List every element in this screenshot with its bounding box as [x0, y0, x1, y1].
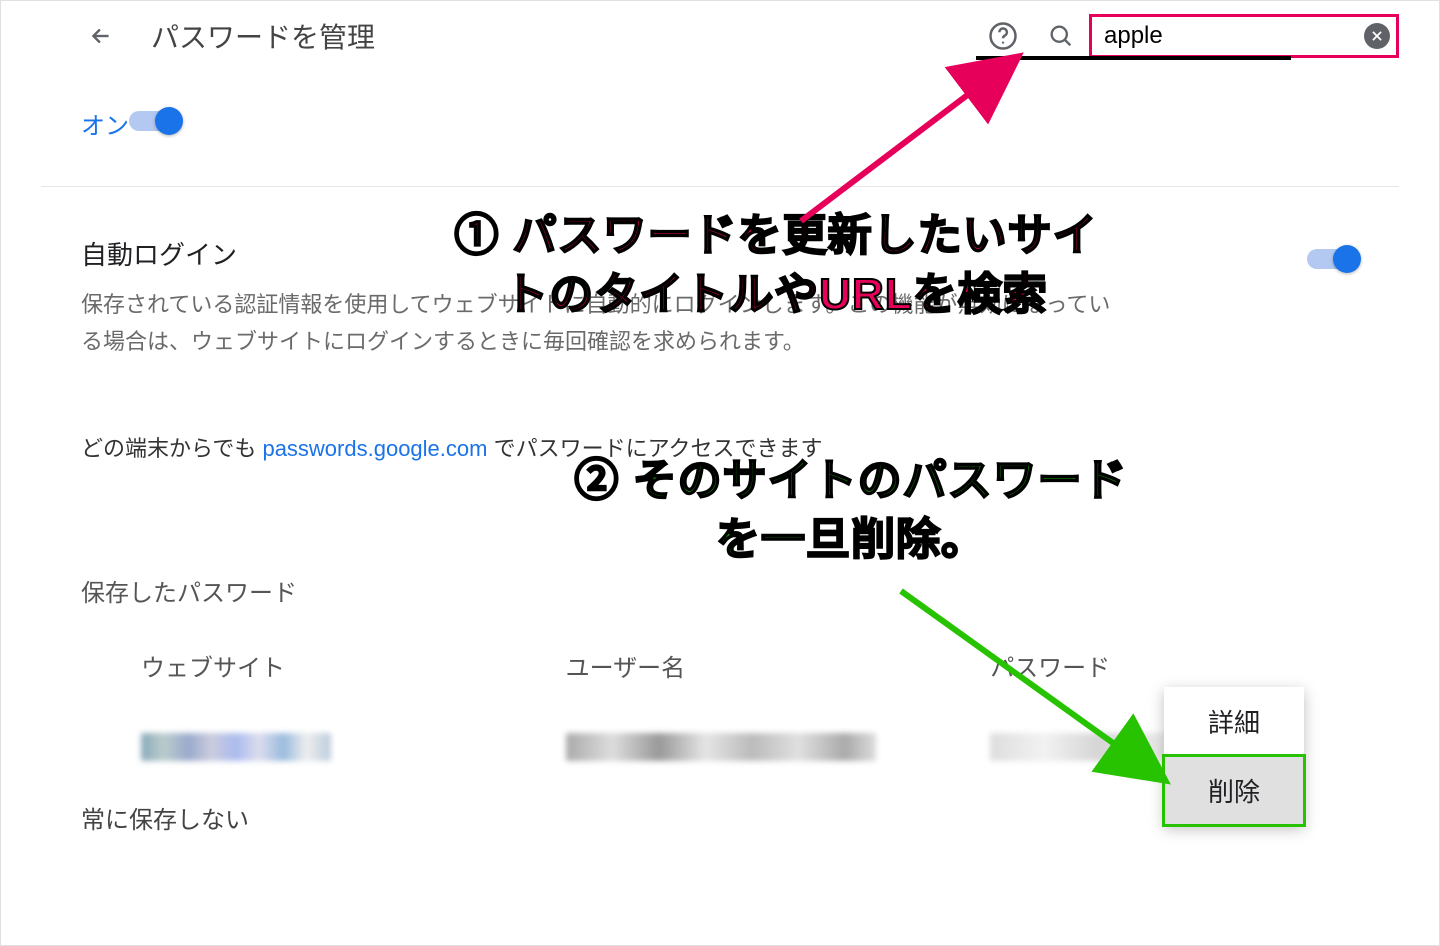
clear-search-button[interactable]: [1364, 23, 1390, 49]
help-icon: [988, 21, 1018, 51]
close-icon: [1370, 29, 1384, 43]
page-title: パスワードを管理: [151, 16, 375, 56]
menu-item-details[interactable]: 詳細: [1164, 687, 1304, 756]
offer-save-section: オン: [1, 71, 1439, 186]
search-button[interactable]: [1041, 16, 1081, 56]
redacted-website: [141, 733, 331, 761]
offer-save-toggle[interactable]: [129, 105, 181, 133]
toggle-thumb: [1333, 245, 1361, 273]
back-button[interactable]: [81, 16, 121, 56]
saved-passwords-table-header: ウェブサイト ユーザー名 パスワード: [81, 648, 1359, 683]
info-prefix: どの端末からでも: [81, 436, 262, 461]
auto-login-toggle[interactable]: [1307, 243, 1359, 271]
auto-login-description: 保存されている認証情報を使用してウェブサイトに自動的にログインします。この機能が…: [81, 286, 1131, 361]
arrow-left-icon: [88, 23, 114, 49]
password-row-context-menu: 詳細 削除: [1164, 687, 1304, 825]
search-input[interactable]: [1102, 21, 1352, 51]
never-save-heading: 常に保存しない: [81, 800, 249, 835]
info-suffix: でパスワードにアクセスできます: [487, 436, 822, 461]
toggle-thumb: [155, 107, 183, 135]
password-link-info: どの端末からでも passwords.google.com でパスワードにアクセ…: [81, 431, 1359, 463]
saved-passwords-heading: 保存したパスワード: [81, 573, 1359, 608]
on-label: オン: [81, 71, 129, 166]
menu-item-delete[interactable]: 削除: [1164, 756, 1304, 825]
help-button[interactable]: [983, 16, 1023, 56]
search-focus-underline: [976, 56, 1291, 60]
redacted-password: [990, 733, 1170, 761]
passwords-settings-page: パスワードを管理 オン 自動ログイン: [0, 0, 1440, 946]
search-icon: [1047, 22, 1075, 50]
page-header: パスワードを管理: [1, 1, 1439, 71]
column-header-username: ユーザー名: [566, 648, 991, 683]
column-header-website: ウェブサイト: [141, 648, 566, 683]
passwords-google-link[interactable]: passwords.google.com: [262, 436, 487, 461]
auto-login-title: 自動ログイン: [81, 235, 1307, 272]
search-box: [1089, 14, 1399, 58]
redacted-username: [566, 733, 876, 761]
column-header-password: パスワード: [990, 648, 1299, 683]
